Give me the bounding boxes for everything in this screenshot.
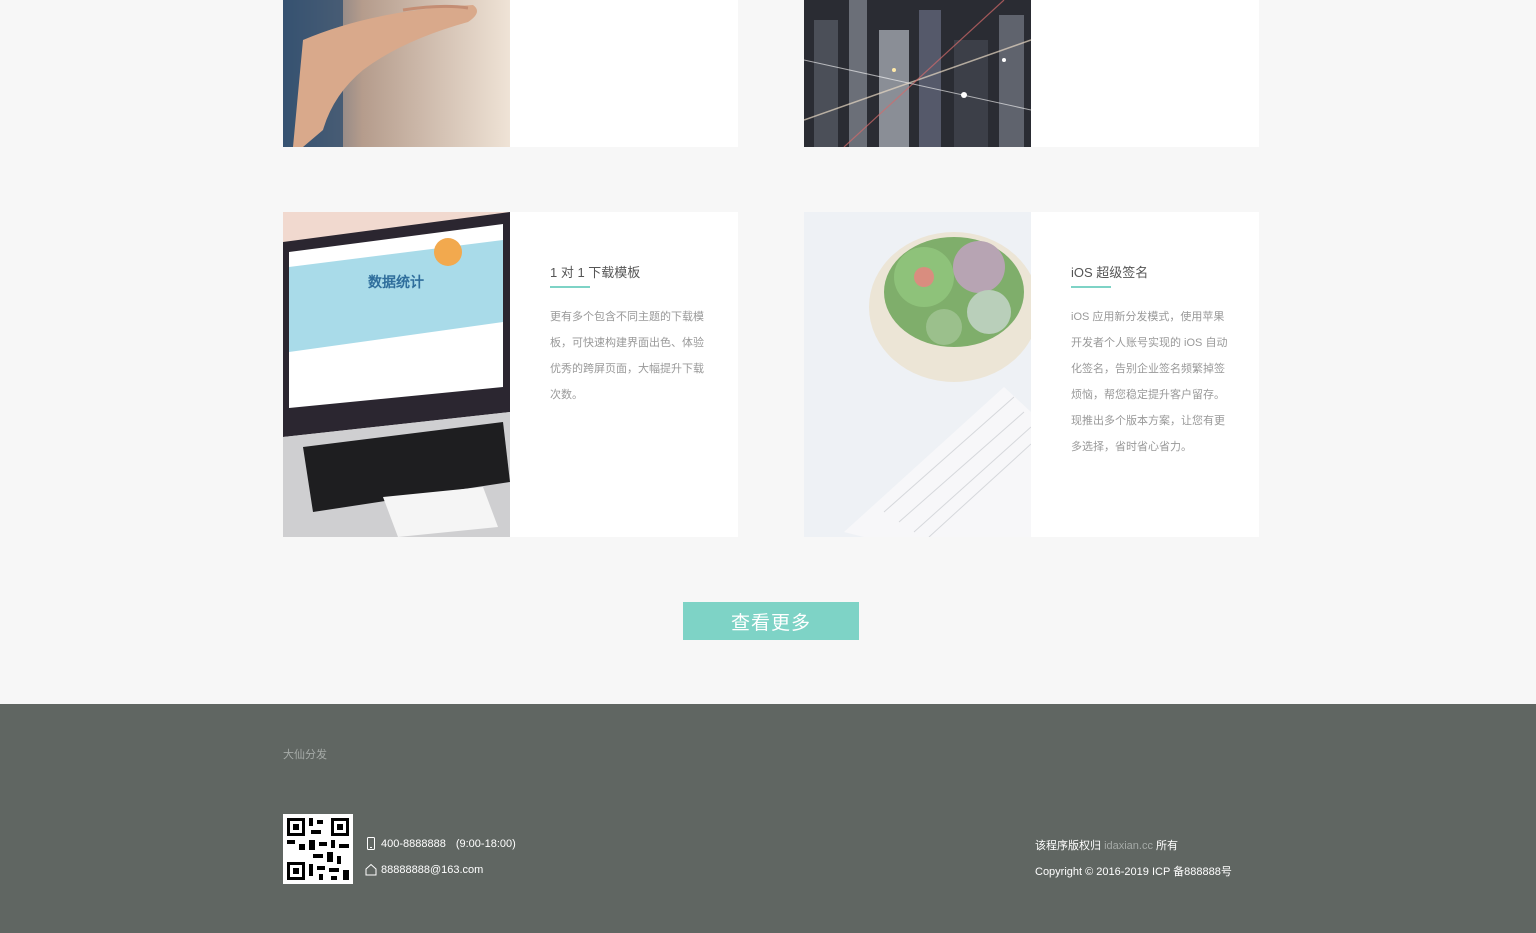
rights-suffix: 所有 — [1156, 840, 1179, 852]
title-underline — [1071, 286, 1111, 288]
feature-card-ios-signing[interactable]: iOS 超级签名 iOS 应用新分发模式，使用苹果开发者个人账号实现的 iOS … — [804, 212, 1259, 537]
feature-card — [283, 0, 738, 147]
feature-card-download-template[interactable]: 数据统计 1 对 1 下载模板 更有多个包含不同主题的下载模板，可快速构建界面出… — [283, 212, 738, 537]
laptop-screen-text: 数据统计 — [368, 274, 424, 290]
qr-code — [283, 814, 353, 884]
copyright: Copyright © 2016-2019 ICP 备888888号 — [1035, 866, 1232, 878]
footer-brand: 大仙分发 — [283, 749, 327, 761]
home-icon — [365, 863, 377, 876]
city-night-photo — [804, 0, 1031, 147]
card-description: iOS 应用新分发模式，使用苹果开发者个人账号实现的 iOS 自动化签名，告别企… — [1071, 311, 1228, 453]
rights-domain[interactable]: idaxian.cc — [1104, 840, 1153, 852]
view-more-button[interactable]: 查看更多 — [683, 602, 859, 640]
contact-phone: 400-8888888 (9:00-18:00) — [365, 837, 516, 850]
email-address: 88888888@163.com — [381, 863, 484, 876]
phone-icon — [365, 837, 377, 850]
card-description: 更有多个包含不同主题的下载模板，可快速构建界面出色、体验优秀的跨屏页面，大幅提升… — [550, 311, 704, 401]
contact-email: 88888888@163.com — [365, 863, 483, 876]
card-title: 1 对 1 下载模板 — [550, 265, 641, 280]
rights-notice: 该程序版权归 idaxian.cc 所有 — [1035, 837, 1178, 853]
phone-number: 400-8888888 — [381, 837, 446, 850]
succulent-keyboard-photo — [804, 212, 1031, 537]
title-underline — [550, 286, 590, 288]
footer: 大仙分发 400-8888888 (9:00-18:00) 88888888@1… — [0, 704, 1536, 933]
service-hours: (9:00-18:00) — [455, 837, 516, 850]
card-title: iOS 超级签名 — [1071, 265, 1149, 280]
feature-card — [804, 0, 1259, 147]
rights-prefix: 该程序版权归 — [1035, 840, 1101, 852]
hand-photo — [283, 0, 510, 147]
laptop-photo: 数据统计 — [283, 212, 510, 537]
